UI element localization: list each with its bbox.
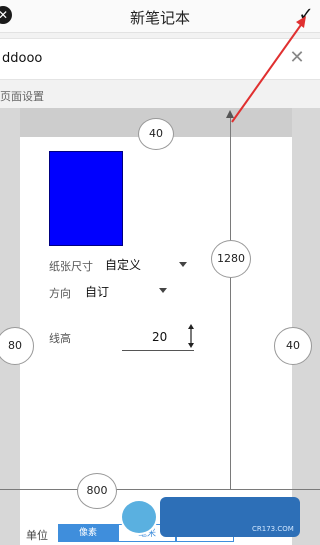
paper-color-swatch[interactable] bbox=[49, 151, 123, 246]
unit-option-pixel[interactable]: 像素 bbox=[58, 524, 118, 542]
paper-size-select[interactable]: 自定义 bbox=[105, 256, 141, 273]
arrow-up-icon bbox=[226, 110, 234, 118]
top-margin-input[interactable]: 40 bbox=[138, 118, 174, 150]
confirm-button[interactable]: ✓ bbox=[296, 4, 316, 26]
unit-label: 单位 bbox=[26, 529, 48, 542]
stepper-icon[interactable] bbox=[187, 322, 195, 350]
line-height-value: 20 bbox=[152, 330, 168, 344]
page-height-input[interactable]: 1280 bbox=[211, 240, 251, 278]
line-height-label: 线高 bbox=[49, 332, 71, 345]
notebook-name-input[interactable] bbox=[2, 47, 272, 69]
watermark: CR173.COM bbox=[120, 495, 300, 540]
right-margin-input[interactable]: 40 bbox=[274, 327, 312, 365]
notebook-name-row: ✕ bbox=[0, 38, 320, 80]
width-ruler-line bbox=[0, 489, 320, 490]
height-ruler-line bbox=[230, 112, 231, 490]
paper-size-label: 纸张尺寸 bbox=[49, 260, 93, 273]
app-header: ✕ 新笔记本 ✓ bbox=[0, 0, 320, 33]
page-title: 新笔记本 bbox=[129, 9, 190, 27]
orientation-label: 方向 bbox=[49, 287, 71, 300]
watermark-site: CR173.COM bbox=[252, 525, 294, 533]
chevron-down-icon[interactable] bbox=[159, 288, 167, 293]
page-width-input[interactable]: 800 bbox=[77, 473, 117, 509]
watermark-logo-icon bbox=[120, 499, 158, 535]
line-height-stepper[interactable] bbox=[187, 322, 195, 350]
chevron-down-icon[interactable] bbox=[179, 262, 187, 267]
clear-icon[interactable]: ✕ bbox=[288, 47, 306, 69]
orientation-select[interactable]: 自订 bbox=[85, 283, 109, 300]
page-settings-label: 页面设置 bbox=[0, 90, 44, 103]
